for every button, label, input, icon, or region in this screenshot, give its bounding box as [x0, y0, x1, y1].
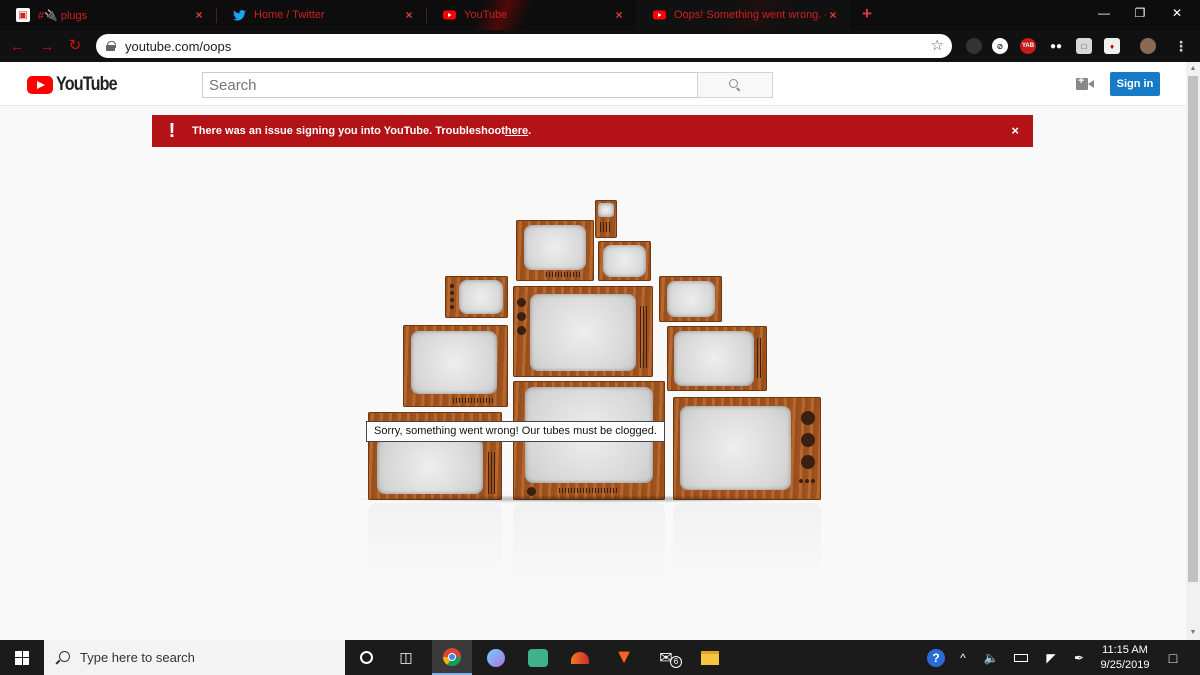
browser-tab-strip: ▣ #🔌 plugs × Home / Twitter × YouTube × … — [0, 0, 1200, 30]
scroll-down-arrow-icon[interactable]: ▼ — [1186, 626, 1200, 640]
close-icon[interactable]: × — [192, 8, 206, 22]
tv-set — [513, 286, 653, 377]
minimize-button[interactable]: — — [1085, 0, 1123, 26]
tv-set — [516, 220, 594, 281]
fox-app-icon[interactable] — [560, 640, 600, 675]
battery-icon[interactable] — [1008, 640, 1034, 675]
windows-taskbar: Type here to search ◫ ▼ ✉ 6 ? ^ 🔈 ◤ ✒ 11… — [0, 640, 1200, 675]
tv-reflection — [513, 503, 665, 593]
kanji-extension-icon[interactable]: □ — [1076, 38, 1092, 54]
help-icon[interactable]: ? — [924, 640, 948, 675]
edge-dev-icon[interactable] — [476, 640, 516, 675]
youtube-logo[interactable]: YouTube — [27, 74, 127, 96]
upload-video-icon[interactable]: + — [1076, 75, 1094, 90]
back-button[interactable]: ← — [8, 37, 26, 55]
cortana-icon[interactable] — [346, 640, 386, 675]
blocker-extension-icon[interactable]: ⊘ — [992, 38, 1008, 54]
mail-badge: 6 — [670, 656, 682, 668]
alert-message: There was an issue signing you into YouT… — [192, 125, 505, 137]
url-text: youtube.com/oops — [125, 38, 232, 54]
avatar-extension-icon[interactable] — [966, 38, 982, 54]
bookmark-star-icon[interactable]: ☆ — [931, 36, 944, 54]
reload-button[interactable]: ↻ — [66, 37, 84, 55]
taskbar-search-box[interactable]: Type here to search — [44, 640, 345, 675]
scroll-thumb[interactable] — [1188, 76, 1198, 582]
tv-set — [673, 397, 821, 500]
profile-avatar[interactable] — [1140, 38, 1156, 54]
screen: ▣ #🔌 plugs × Home / Twitter × YouTube × … — [0, 0, 1200, 675]
tv-set — [403, 325, 508, 407]
error-message-tooltip: Sorry, something went wrong! Our tubes m… — [366, 421, 665, 442]
exclamation-icon: ! — [168, 119, 176, 142]
task-view-icon[interactable]: ◫ — [386, 640, 426, 675]
yab-extension-icon[interactable]: YAB — [1020, 38, 1036, 54]
tv-set — [598, 241, 651, 281]
search-button[interactable] — [697, 72, 773, 98]
volume-icon[interactable]: 🔈 — [978, 640, 1004, 675]
close-icon[interactable]: × — [826, 8, 840, 22]
pen-icon[interactable]: ✒ — [1066, 640, 1092, 675]
sign-in-button[interactable]: Sign in — [1110, 72, 1160, 96]
chrome-icon[interactable] — [432, 640, 472, 675]
taskbar-search-placeholder: Type here to search — [80, 650, 195, 665]
windows-logo-icon — [15, 650, 29, 665]
forward-button[interactable]: → — [38, 37, 56, 55]
browser-toolbar: ← → ↻ youtube.com/oops ☆ ⊘ YAB ●● □ ♦ ⋮ — [0, 30, 1200, 62]
search-icon — [729, 79, 741, 91]
alert-suffix: . — [528, 125, 532, 137]
youtube-play-icon — [27, 76, 53, 94]
twitter-icon — [232, 8, 246, 22]
tv-set — [667, 326, 767, 391]
tv-reflection — [673, 503, 821, 587]
window-close-button[interactable]: ✕ — [1158, 0, 1196, 26]
brave-icon[interactable]: ▼ — [604, 640, 644, 675]
file-explorer-icon[interactable] — [690, 640, 730, 675]
search-icon — [56, 650, 70, 665]
mask-extension-icon[interactable]: ●● — [1048, 38, 1064, 54]
youtube-masthead: YouTube + Sign in — [0, 62, 1186, 106]
youtube-icon — [442, 8, 456, 22]
youtube-icon — [652, 8, 666, 22]
new-tab-button[interactable]: + — [858, 4, 876, 26]
tab-youtube[interactable]: YouTube × — [426, 0, 636, 30]
tab-title: YouTube — [464, 9, 508, 21]
scroll-up-arrow-icon[interactable]: ▲ — [1186, 62, 1200, 76]
menu-kebab-icon[interactable]: ⋮ — [1172, 37, 1190, 55]
page-scrollbar[interactable]: ▲ ▼ — [1186, 62, 1200, 640]
chevron-up-icon[interactable]: ^ — [952, 640, 974, 675]
troubleshoot-link[interactable]: here — [505, 125, 528, 137]
youtube-logo-text: YouTube — [56, 74, 118, 95]
close-icon[interactable]: × — [612, 8, 626, 22]
search-input[interactable] — [202, 72, 698, 98]
wifi-icon[interactable]: ◤ — [1038, 640, 1064, 675]
notifications-icon[interactable]: □ — [1160, 640, 1186, 675]
game-app-icon[interactable] — [518, 640, 558, 675]
tab-title: #🔌 plugs — [38, 9, 88, 22]
tab-title: Home / Twitter — [254, 9, 325, 21]
clock-time: 11:15 AM — [1102, 644, 1148, 656]
tv-reflection — [368, 503, 502, 583]
puzzle-extension-icon[interactable]: ♦ — [1104, 38, 1120, 54]
taskbar-clock[interactable]: 11:15 AM 9/25/2019 — [1090, 643, 1160, 673]
start-button[interactable] — [0, 640, 44, 675]
tv-floor-shadow — [346, 495, 836, 503]
close-icon[interactable]: × — [1011, 123, 1019, 138]
lock-icon — [106, 41, 116, 51]
restore-button[interactable]: ❐ — [1121, 0, 1159, 26]
close-icon[interactable]: × — [402, 8, 416, 22]
tv-set — [595, 200, 617, 238]
tv-set — [659, 276, 722, 322]
tab-discord[interactable]: ▣ #🔌 plugs × — [0, 0, 216, 30]
tv-set — [445, 276, 508, 318]
address-bar[interactable]: youtube.com/oops ☆ — [96, 34, 952, 58]
tab-oops-active[interactable]: Oops! Something went wrong. - × — [636, 0, 850, 30]
tab-twitter[interactable]: Home / Twitter × — [216, 0, 426, 30]
clock-date: 9/25/2019 — [1100, 659, 1150, 671]
tab-title: Oops! Something went wrong. - — [674, 9, 826, 21]
discord-icon: ▣ — [16, 8, 30, 22]
signin-error-alert: ! There was an issue signing you into Yo… — [152, 115, 1033, 147]
mail-icon[interactable]: ✉ 6 — [646, 640, 686, 675]
